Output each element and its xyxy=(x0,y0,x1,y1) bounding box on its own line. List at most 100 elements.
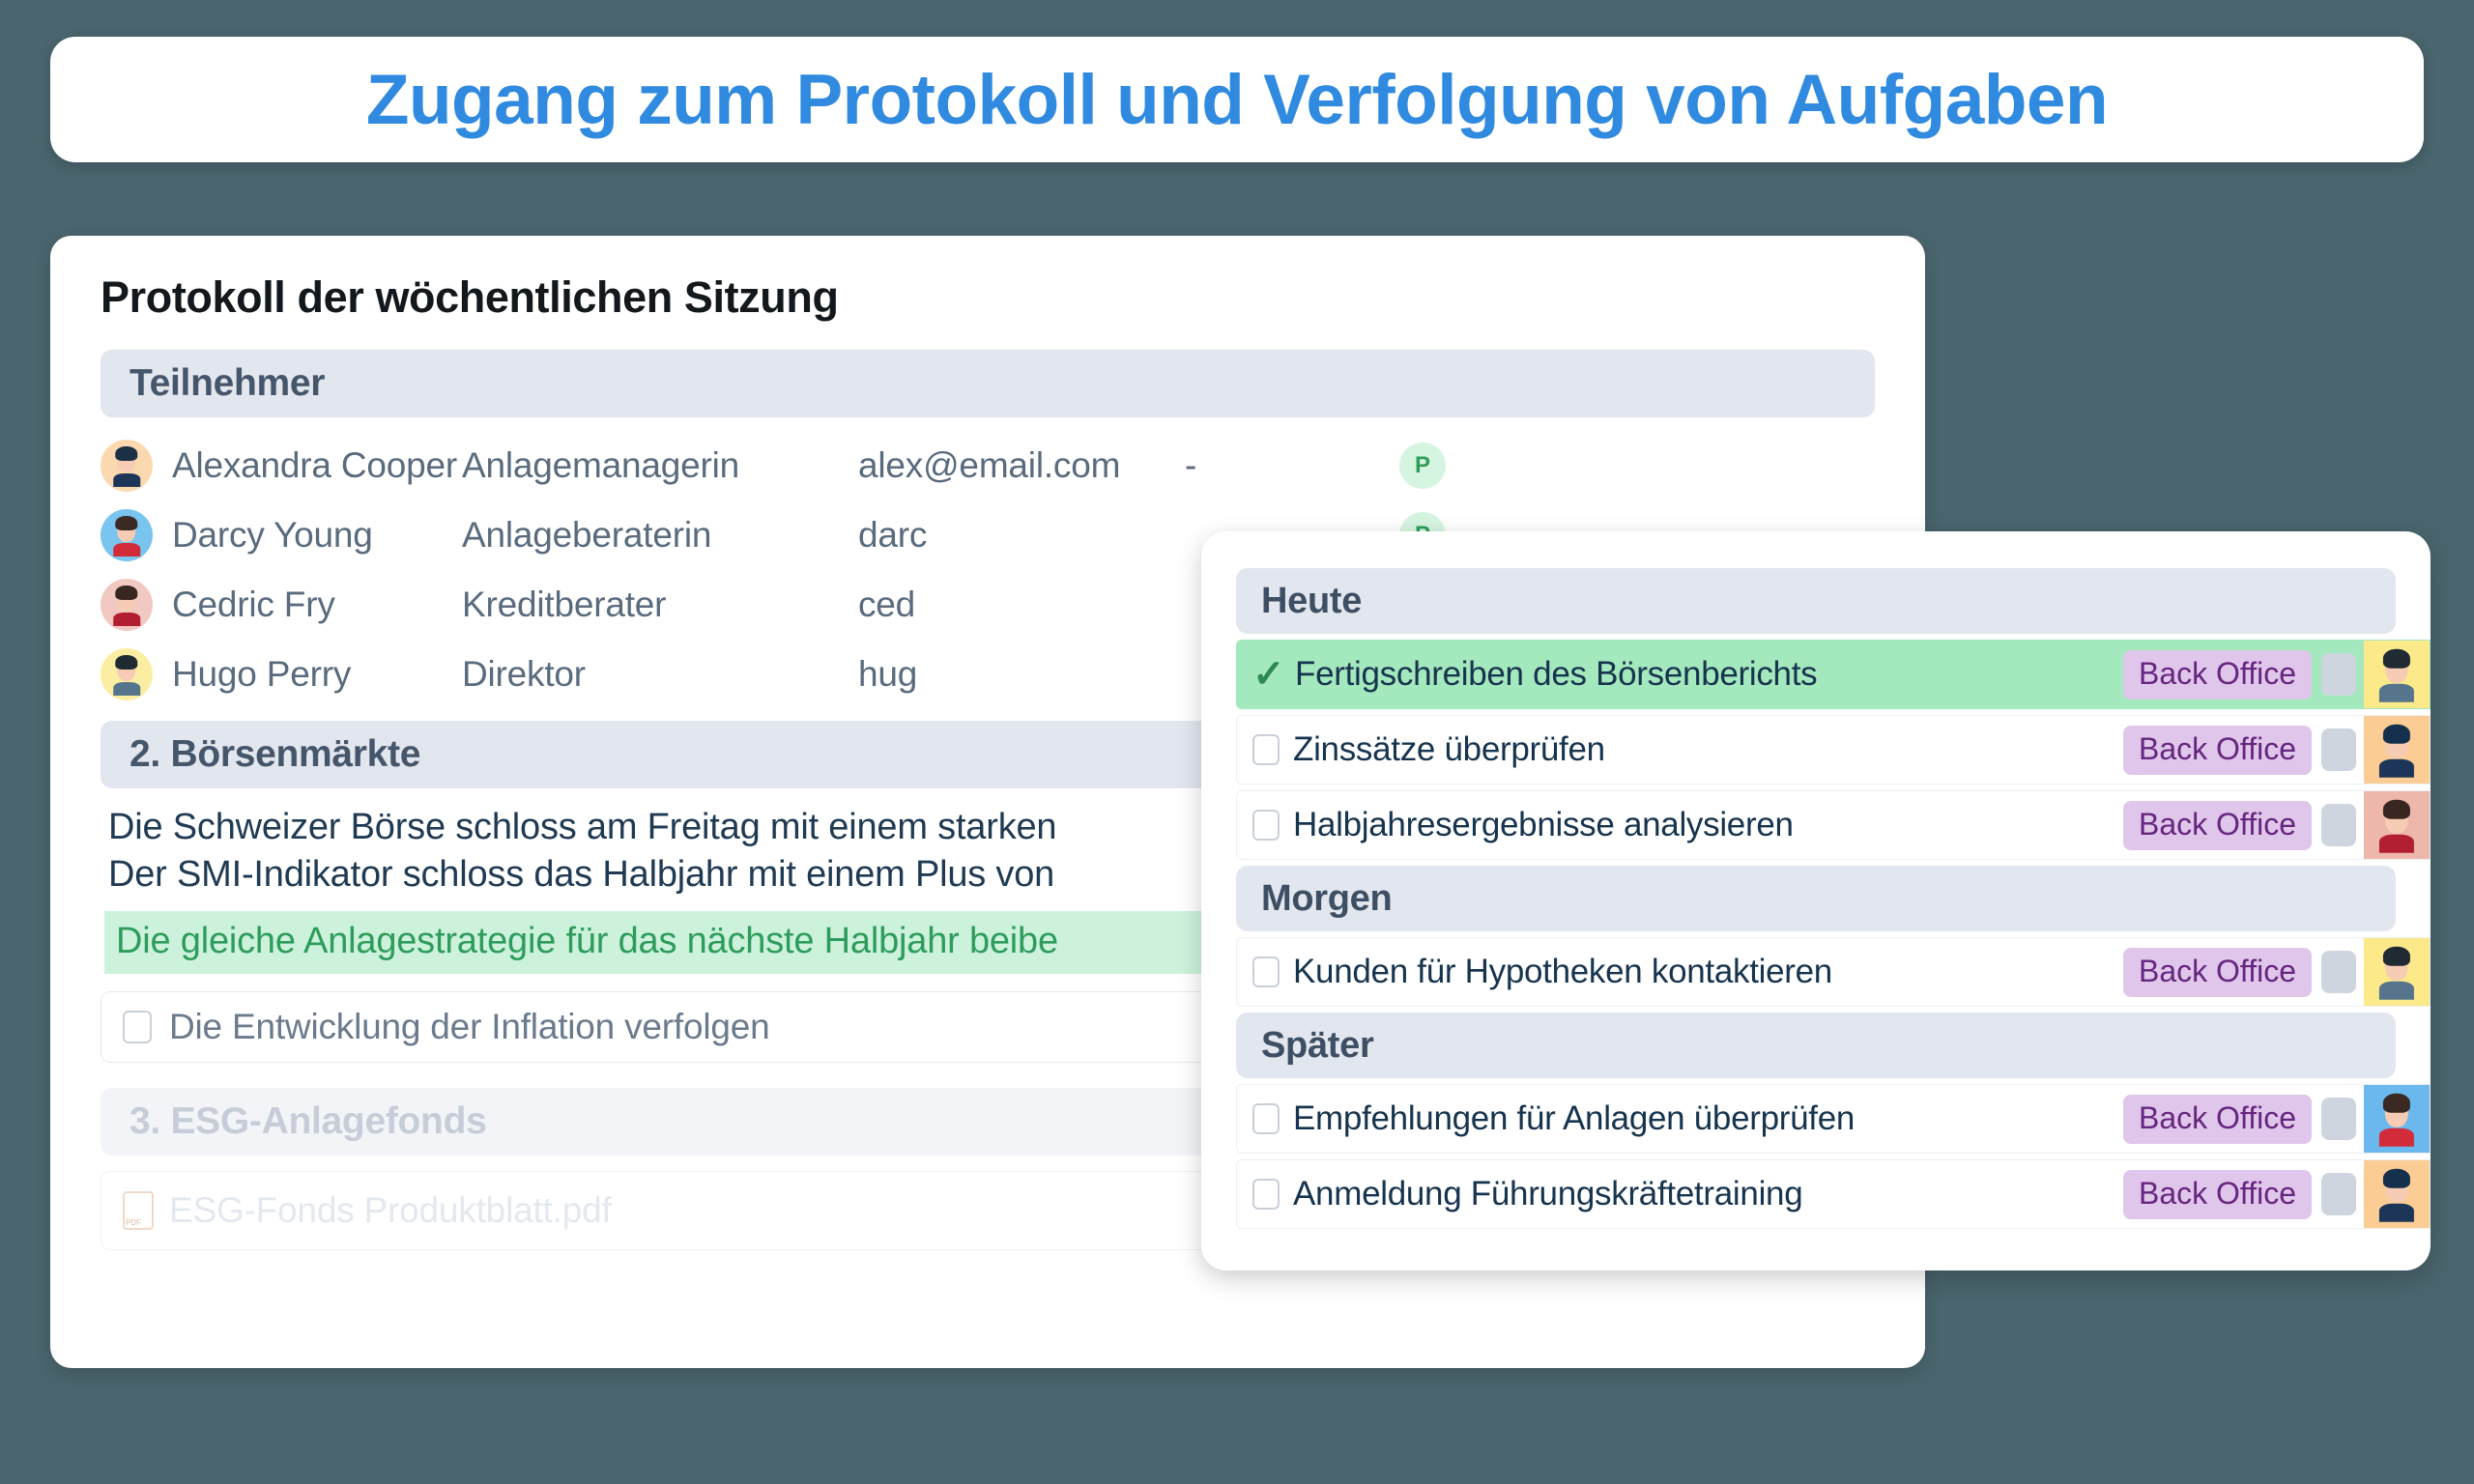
checkbox-icon[interactable] xyxy=(1252,810,1280,841)
checkbox-icon[interactable] xyxy=(123,1011,152,1044)
task-tag[interactable]: Back Office xyxy=(2122,1094,2312,1144)
avatar xyxy=(101,648,153,700)
avatar-body xyxy=(112,612,141,627)
task-main[interactable]: Zinssätze überprüfen xyxy=(1237,716,2123,784)
avatar xyxy=(101,579,153,631)
participant-name: Darcy Young xyxy=(172,515,373,555)
check-icon[interactable]: ✓ xyxy=(1252,655,1285,694)
avatar-hair xyxy=(2382,725,2411,744)
assignee-avatar[interactable] xyxy=(2364,791,2430,859)
participants-header-label: Teilnehmer xyxy=(129,362,326,404)
document-title: Protokoll der wöchentlichen Sitzung xyxy=(101,272,839,322)
task-main[interactable]: Empfehlungen für Anlagen überprüfen xyxy=(1237,1085,2123,1153)
assignee-avatar[interactable] xyxy=(2364,1160,2430,1228)
task-tag[interactable]: Back Office xyxy=(2122,800,2312,850)
task-label: Fertigschreiben des Börsenberichts xyxy=(1295,655,1818,693)
page-title: Zugang zum Protokoll und Verfolgung von … xyxy=(365,60,2109,139)
inflation-task-label: Die Entwicklung der Inflation verfolgen xyxy=(169,1007,770,1047)
participant-role: Direktor xyxy=(462,654,586,694)
task-placeholder-box[interactable] xyxy=(2321,951,2356,993)
task-placeholder-box[interactable] xyxy=(2321,653,2356,696)
task-group-header: Später xyxy=(1236,1013,2396,1078)
task-label: Kunden für Hypotheken kontaktieren xyxy=(1293,953,1832,990)
task-label: Empfehlungen für Anlagen überprüfen xyxy=(1293,1099,1856,1137)
checkbox-icon[interactable] xyxy=(1252,734,1280,765)
task-placeholder-box[interactable] xyxy=(2321,728,2356,771)
avatar xyxy=(101,440,153,492)
pdf-file-icon xyxy=(123,1191,154,1231)
assignee-avatar[interactable] xyxy=(2364,641,2430,708)
task-label: Zinssätze überprüfen xyxy=(1293,730,1605,768)
task-group-header: Heute xyxy=(1236,568,2396,634)
participant-email: hug xyxy=(858,654,918,694)
task-tag[interactable]: Back Office xyxy=(2122,649,2312,699)
avatar-hair xyxy=(115,446,138,462)
participant-extra: - xyxy=(1185,445,1197,485)
checkbox-icon[interactable] xyxy=(1252,1103,1280,1134)
task-groups: Heute ✓ Fertigschreiben des Börsenberichts… xyxy=(1201,568,2431,1229)
task-tag[interactable]: Back Office xyxy=(2122,947,2312,997)
task-row[interactable]: ✓ Fertigschreiben des Börsenberichts Back … xyxy=(1236,640,2431,709)
task-main[interactable]: ✓ Fertigschreiben des Börsenberichts xyxy=(1237,641,2123,708)
participant-name: Hugo Perry xyxy=(172,654,352,694)
participants-section-header: Teilnehmer xyxy=(101,350,1875,417)
task-row[interactable]: Zinssätze überprüfen Back Office xyxy=(1236,715,2431,785)
task-tracker-panel: Heute ✓ Fertigschreiben des Börsenberichts… xyxy=(1201,531,2431,1270)
avatar-face xyxy=(110,516,142,557)
task-placeholder-box[interactable] xyxy=(2321,804,2356,846)
avatar-hair xyxy=(2382,947,2411,966)
participant-name: Alexandra Cooper xyxy=(172,445,458,485)
avatar-hair xyxy=(115,655,138,671)
status-badge: P xyxy=(1399,442,1446,489)
avatar-body xyxy=(2379,684,2414,702)
task-main[interactable]: Kunden für Hypotheken kontaktieren xyxy=(1237,938,2123,1006)
task-tag[interactable]: Back Office xyxy=(2122,725,2312,775)
participant-role: Kreditberater xyxy=(462,585,667,624)
esg-header-label: 3. ESG-Anlagefonds xyxy=(129,1100,487,1143)
participant-name: Cedric Fry xyxy=(172,585,335,624)
participant-email: darc xyxy=(858,515,928,555)
checkbox-icon[interactable] xyxy=(1252,956,1280,987)
participant-role: Anlagemanagerin xyxy=(462,445,740,485)
assignee-avatar[interactable] xyxy=(2364,938,2430,1006)
attachment-filename: ESG-Fonds Produktblatt.pdf xyxy=(169,1190,612,1231)
avatar-face xyxy=(2376,1094,2417,1147)
avatar-face xyxy=(110,446,142,488)
task-tag[interactable]: Back Office xyxy=(2122,1169,2312,1219)
task-placeholder-box[interactable] xyxy=(2321,1098,2356,1140)
markets-header-label: 2. Börsenmärkte xyxy=(129,733,421,775)
checkbox-icon[interactable] xyxy=(1252,1179,1280,1210)
avatar-body xyxy=(2379,759,2414,778)
task-placeholder-box[interactable] xyxy=(2321,1173,2356,1215)
avatar-body xyxy=(112,542,141,557)
avatar-face xyxy=(2376,1169,2417,1222)
avatar xyxy=(101,509,153,561)
avatar-body xyxy=(2379,1204,2414,1222)
task-row[interactable]: Empfehlungen für Anlagen überprüfen Back … xyxy=(1236,1084,2431,1154)
task-group-label: Heute xyxy=(1261,580,1363,621)
avatar-hair xyxy=(2382,1169,2411,1188)
avatar-hair xyxy=(115,585,138,601)
task-row[interactable]: Halbjahresergebnisse analysieren Back Off… xyxy=(1236,790,2431,860)
avatar-face xyxy=(110,655,142,697)
avatar-hair xyxy=(2382,1094,2411,1113)
task-row[interactable]: Anmeldung Führungskräftetraining Back Off… xyxy=(1236,1159,2431,1229)
task-row[interactable]: Kunden für Hypotheken kontaktieren Back O… xyxy=(1236,937,2431,1007)
participant-row[interactable]: Alexandra Cooper Anlagemanagerin alex@emai… xyxy=(101,431,1875,500)
participant-role: Anlageberaterin xyxy=(462,515,712,555)
task-group-label: Morgen xyxy=(1261,877,1393,919)
avatar-face xyxy=(110,585,142,627)
task-label: Anmeldung Führungskräftetraining xyxy=(1293,1175,1803,1213)
avatar-face xyxy=(2376,947,2417,1000)
task-main[interactable]: Halbjahresergebnisse analysieren xyxy=(1237,791,2123,859)
task-group-label: Später xyxy=(1261,1024,1374,1066)
task-label: Halbjahresergebnisse analysieren xyxy=(1293,806,1794,843)
assignee-avatar[interactable] xyxy=(2364,1085,2430,1153)
assignee-avatar[interactable] xyxy=(2364,716,2430,784)
avatar-body xyxy=(2379,835,2414,853)
avatar-hair xyxy=(2382,649,2411,669)
task-group-header: Morgen xyxy=(1236,866,2396,931)
avatar-body xyxy=(2379,982,2414,1000)
avatar-hair xyxy=(2382,800,2411,819)
task-main[interactable]: Anmeldung Führungskräftetraining xyxy=(1237,1160,2123,1228)
